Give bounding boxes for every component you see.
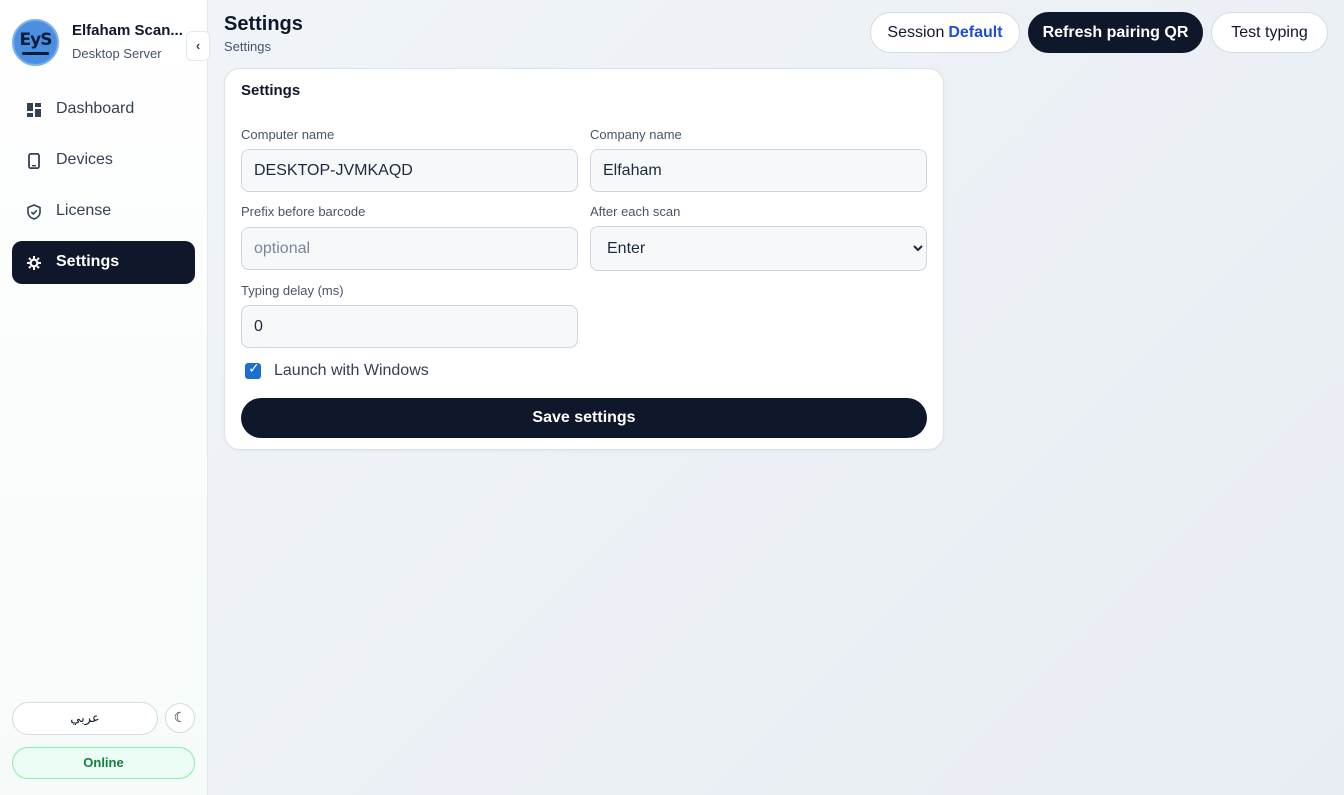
typing-delay-field[interactable] (241, 305, 578, 348)
dashboard-icon (27, 103, 41, 117)
after-scan-select[interactable]: Enter (590, 226, 927, 271)
collapse-sidebar-button[interactable]: ‹ (186, 31, 210, 61)
logo-underline (22, 52, 49, 55)
language-toggle-button[interactable]: عربي (12, 702, 158, 735)
page-title: Settings (224, 13, 303, 35)
session-label: Session (887, 24, 945, 41)
checkmark-icon: ✓ (248, 361, 260, 377)
card-title: Settings (241, 82, 301, 99)
company-name-field[interactable] (590, 149, 927, 192)
save-settings-button[interactable]: Save settings (241, 398, 927, 438)
app-title: Elfaham Scan... (72, 22, 183, 39)
status-badge: Online (12, 747, 195, 779)
app-subtitle: Desktop Server (72, 46, 162, 61)
refresh-pairing-qr-button[interactable]: Refresh pairing QR (1028, 12, 1203, 53)
sidebar-item-label: Settings (56, 253, 120, 270)
brand: EyS Elfaham Scan... Desktop Server (12, 18, 192, 66)
sidebar-item-license[interactable]: License (12, 190, 195, 233)
theme-toggle-moon-icon[interactable]: ☾ (165, 703, 195, 733)
sidebar: EyS Elfaham Scan... Desktop Server ‹ Das… (0, 0, 210, 795)
test-typing-button[interactable]: Test typing (1211, 12, 1328, 53)
sidebar-item-label: License (56, 202, 112, 219)
phone-icon (28, 153, 40, 169)
launch-with-windows-label: Launch with Windows (274, 362, 429, 379)
prefix-label: Prefix before barcode (241, 204, 366, 219)
computer-name-label: Computer name (241, 127, 335, 142)
settings-card: Settings Computer name Company name Pref… (224, 68, 944, 450)
breadcrumb: Settings (224, 39, 271, 54)
typing-delay-label: Typing delay (ms) (241, 283, 344, 298)
session-value: Default (948, 24, 1003, 41)
session-button[interactable]: Session Default (870, 12, 1020, 53)
sidebar-item-label: Devices (56, 151, 113, 168)
company-name-label: Company name (590, 127, 682, 142)
prefix-field[interactable] (241, 227, 578, 270)
gear-icon (27, 256, 41, 270)
shield-check-icon (27, 204, 41, 220)
logo-letters: EyS (19, 30, 53, 50)
after-scan-label: After each scan (590, 204, 681, 219)
sidebar-item-dashboard[interactable]: Dashboard (12, 88, 195, 131)
sidebar-item-settings[interactable]: Settings (12, 241, 195, 284)
app-logo: EyS (12, 19, 59, 66)
launch-with-windows-checkbox[interactable]: ✓ (245, 361, 261, 379)
computer-name-field[interactable] (241, 149, 578, 192)
sidebar-item-label: Dashboard (56, 100, 135, 117)
sidebar-item-devices[interactable]: Devices (12, 139, 195, 182)
